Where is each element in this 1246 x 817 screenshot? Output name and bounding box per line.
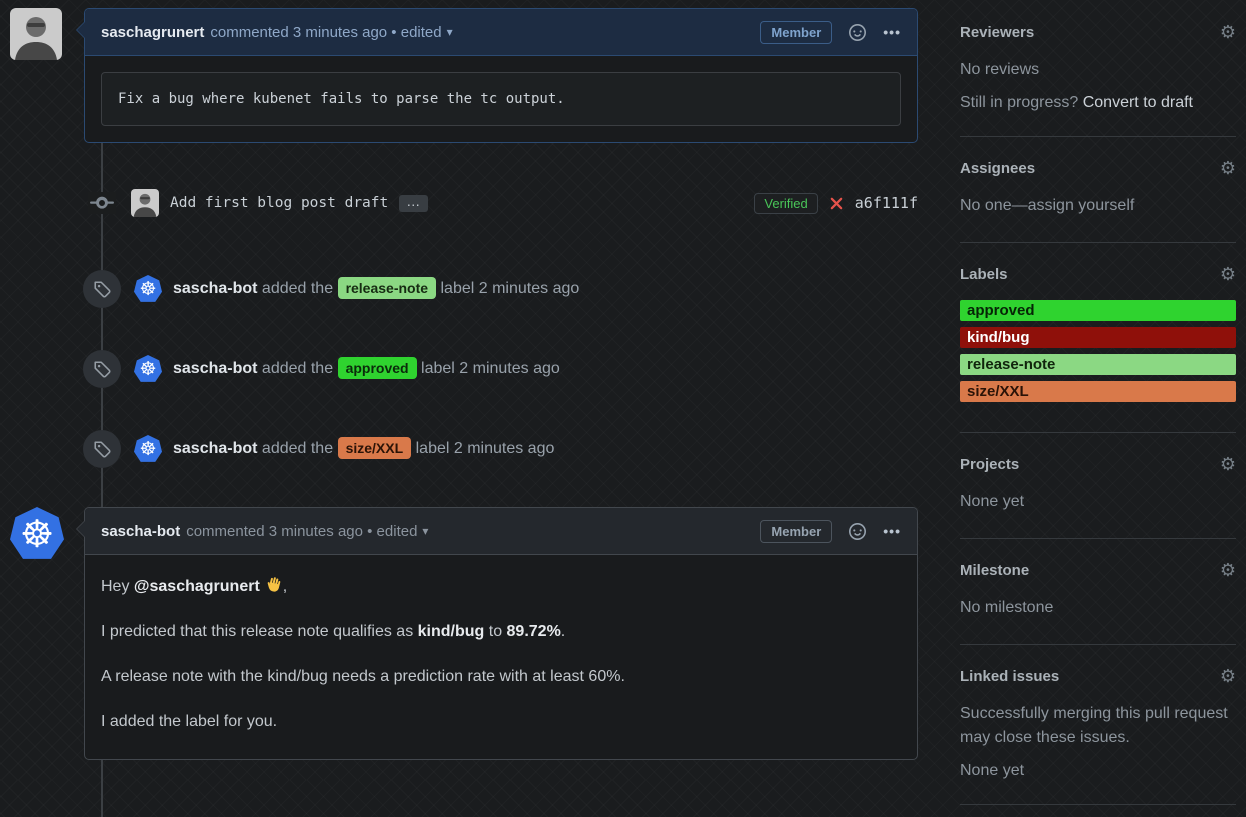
sascha-bot-avatar[interactable]: ☸ — [134, 435, 162, 463]
threshold-paragraph: A release note with the kind/bug needs a… — [101, 668, 901, 686]
kebab-menu-icon[interactable]: ••• — [883, 523, 901, 539]
label-chip[interactable]: release-note — [338, 277, 436, 299]
event-rest: label 2 minutes ago — [421, 360, 560, 377]
emoji-reaction-icon[interactable] — [849, 523, 866, 540]
event-action: added the — [262, 440, 333, 457]
comment-meta: commented 3 minutes ago • edited — [186, 523, 417, 540]
linked-issues-title: Linked issues — [960, 668, 1059, 685]
comment-meta: commented 3 minutes ago • edited — [210, 24, 441, 41]
sidebar-section-reviewers: Reviewers ⚙ No reviews Still in progress… — [960, 8, 1236, 137]
milestone-empty: No milestone — [960, 596, 1236, 620]
comment-saschagrunert: saschagrunert commented 3 minutes ago • … — [10, 8, 918, 143]
sascha-bot-avatar[interactable]: ☸ — [134, 275, 162, 303]
sidebar: Reviewers ⚙ No reviews Still in progress… — [918, 8, 1236, 805]
wave-emoji — [264, 575, 283, 594]
event-actor[interactable]: sascha-bot — [173, 360, 257, 377]
gear-icon[interactable]: ⚙ — [1220, 158, 1236, 179]
comment-header: sascha-bot commented 3 minutes ago • edi… — [85, 508, 917, 555]
sidebar-section-linked-issues: Linked issues ⚙ Successfully merging thi… — [960, 645, 1236, 805]
assignees-title: Assignees — [960, 160, 1035, 177]
sidebar-section-projects: Projects ⚙ None yet — [960, 433, 1236, 539]
label-chip[interactable]: size/XXL — [338, 437, 412, 459]
event-action: added the — [262, 360, 333, 377]
gear-icon[interactable]: ⚙ — [1220, 22, 1236, 43]
tag-icon — [83, 430, 121, 468]
sidebar-label-release-note[interactable]: release-note — [960, 354, 1236, 375]
event-action: added the — [262, 280, 333, 297]
comment-box: saschagrunert commented 3 minutes ago • … — [84, 8, 918, 143]
edited-dropdown-caret[interactable]: ▾ — [447, 25, 453, 39]
linked-issues-empty: None yet — [960, 762, 1236, 780]
comment-author[interactable]: sascha-bot — [101, 523, 180, 540]
sascha-bot-avatar[interactable]: ☸ — [134, 355, 162, 383]
event-rest: label 2 minutes ago — [416, 440, 555, 457]
projects-empty: None yet — [960, 490, 1236, 514]
timeline-column: saschagrunert commented 3 minutes ago • … — [10, 8, 918, 805]
event-rest: label 2 minutes ago — [441, 280, 580, 297]
kubernetes-helm-icon: ☸ — [139, 360, 156, 379]
projects-title: Projects — [960, 456, 1019, 473]
comment-body: Fix a bug where kubenet fails to parse t… — [85, 56, 917, 142]
commit-message[interactable]: Add first blog post draft — [170, 195, 388, 211]
label-added-paragraph: I added the label for you. — [101, 713, 901, 731]
milestone-title: Milestone — [960, 562, 1029, 579]
git-commit-icon — [88, 192, 116, 214]
commit-author-avatar[interactable] — [131, 189, 159, 217]
status-failed-x-icon[interactable] — [829, 196, 844, 211]
reviewers-title: Reviewers — [960, 24, 1034, 41]
mention-link[interactable]: @saschagrunert — [134, 578, 260, 595]
labels-title: Labels — [960, 266, 1008, 283]
comment-sascha-bot: ☸ sascha-bot commented 3 minutes ago • e… — [10, 507, 918, 760]
label-event: ☸ sascha-bot added the release-note labe… — [10, 267, 918, 311]
sidebar-section-assignees: Assignees ⚙ No one—assign yourself — [960, 137, 1236, 243]
kubernetes-helm-icon: ☸ — [139, 440, 156, 459]
sidebar-section-milestone: Milestone ⚙ No milestone — [960, 539, 1236, 645]
kubernetes-helm-icon: ☸ — [20, 515, 54, 553]
comment-box: sascha-bot commented 3 minutes ago • edi… — [84, 507, 918, 760]
commit-hash[interactable]: a6f111f — [855, 194, 918, 212]
gear-icon[interactable]: ⚙ — [1220, 666, 1236, 687]
convert-to-draft-link[interactable]: Convert to draft — [1083, 94, 1193, 111]
tag-icon — [83, 350, 121, 388]
reviewers-empty: No reviews — [960, 58, 1236, 82]
sidebar-label-kind-bug[interactable]: kind/bug — [960, 327, 1236, 348]
avatar-saschagrunert[interactable] — [10, 8, 62, 60]
gear-icon[interactable]: ⚙ — [1220, 454, 1236, 475]
gear-icon[interactable]: ⚙ — [1220, 560, 1236, 581]
prediction-paragraph: I predicted that this release note quali… — [101, 623, 901, 641]
release-note-code-block: Fix a bug where kubenet fails to parse t… — [101, 72, 901, 126]
draft-hint: Still in progress? — [960, 94, 1083, 111]
verified-badge: Verified — [754, 193, 817, 214]
kubernetes-helm-icon: ☸ — [139, 280, 156, 299]
sidebar-label-size-xxl[interactable]: size/XXL — [960, 381, 1236, 402]
comment-body: Hey @saschagrunert, I predicted that thi… — [85, 555, 917, 759]
avatar-sascha-bot[interactable]: ☸ — [10, 507, 64, 561]
emoji-reaction-icon[interactable] — [849, 24, 866, 41]
label-chip[interactable]: approved — [338, 357, 417, 379]
comment-header: saschagrunert commented 3 minutes ago • … — [85, 9, 917, 56]
event-actor[interactable]: sascha-bot — [173, 440, 257, 457]
greeting-paragraph: Hey @saschagrunert, — [101, 575, 901, 596]
sidebar-label-approved[interactable]: approved — [960, 300, 1236, 321]
edited-dropdown-caret[interactable]: ▾ — [422, 524, 428, 538]
sidebar-section-labels: Labels ⚙ approved kind/bug release-note … — [960, 243, 1236, 433]
label-event: ☸ sascha-bot added the size/XXL label 2 … — [10, 427, 918, 471]
gear-icon[interactable]: ⚙ — [1220, 264, 1236, 285]
kebab-menu-icon[interactable]: ••• — [883, 24, 901, 40]
assignees-empty[interactable]: No one—assign yourself — [960, 194, 1236, 218]
commit-entry: Add first blog post draft … Verified a6f… — [10, 185, 918, 221]
tag-icon — [83, 270, 121, 308]
commit-expander-button[interactable]: … — [399, 195, 428, 212]
linked-issues-description: Successfully merging this pull request m… — [960, 702, 1236, 750]
member-badge: Member — [760, 520, 832, 543]
label-event: ☸ sascha-bot added the approved label 2 … — [10, 347, 918, 391]
comment-author[interactable]: saschagrunert — [101, 24, 204, 41]
pull-request-conversation: saschagrunert commented 3 minutes ago • … — [0, 0, 1246, 805]
member-badge: Member — [760, 21, 832, 44]
event-actor[interactable]: sascha-bot — [173, 280, 257, 297]
